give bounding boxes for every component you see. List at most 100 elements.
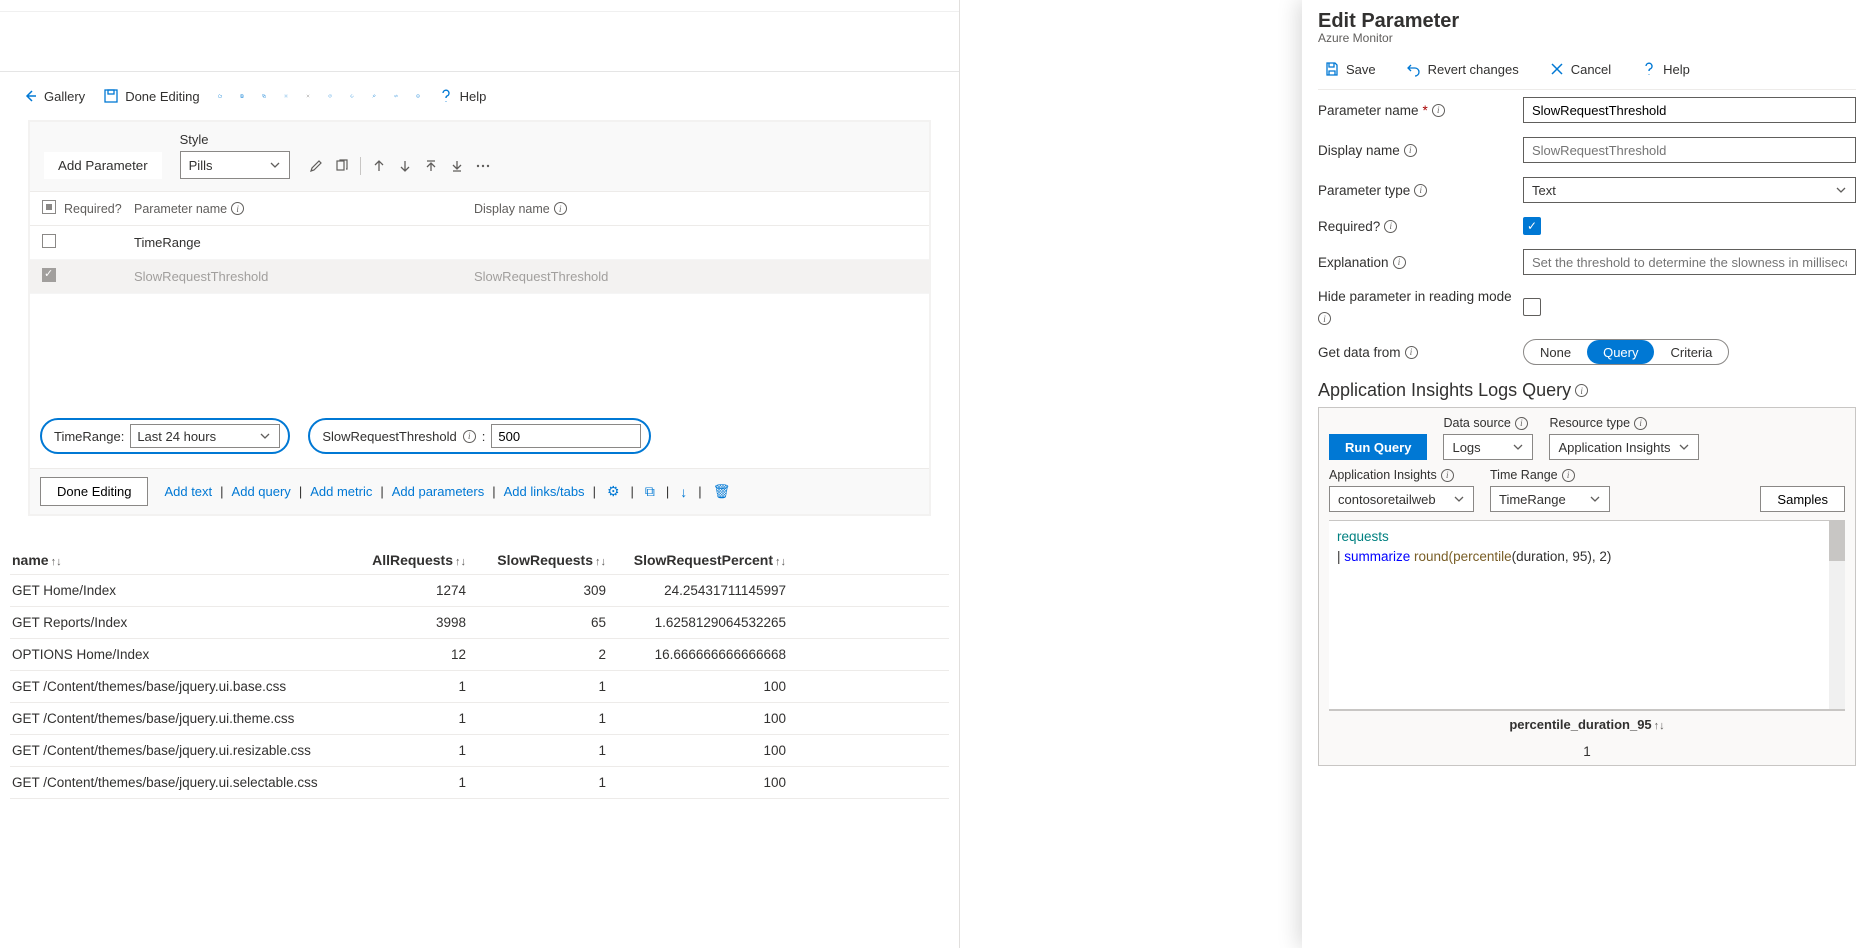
col-pct[interactable]: SlowRequestPercent	[634, 552, 773, 568]
results-row[interactable]: GET /Content/themes/base/jquery.ui.resiz…	[10, 735, 949, 767]
seg-criteria[interactable]: Criteria	[1654, 340, 1728, 364]
feedback-icon[interactable]	[410, 88, 426, 104]
duplicate-icon[interactable]	[334, 158, 350, 174]
revert-label: Revert changes	[1428, 62, 1519, 77]
seg-none[interactable]: None	[1524, 340, 1587, 364]
cell-name: GET Reports/Index	[10, 615, 350, 630]
panel-help-button[interactable]: Help	[1635, 57, 1696, 81]
grid-spacer	[30, 294, 929, 404]
open-icon[interactable]	[212, 88, 228, 104]
step-settings-icon[interactable]: ⚙	[604, 483, 623, 500]
query-box: Run Query Data sourcei Logs Resource typ…	[1318, 407, 1856, 766]
info-icon[interactable]: i	[1515, 417, 1528, 430]
run-query-button[interactable]: Run Query	[1329, 434, 1427, 460]
info-icon[interactable]: i	[1441, 469, 1454, 482]
main-workbook-area: Gallery Done Editing Help Add Parameter …	[0, 0, 960, 948]
required-checkbox[interactable]: ✓	[1523, 217, 1541, 235]
add-metric-link[interactable]: Add metric	[310, 484, 372, 499]
param-row[interactable]: TimeRange	[30, 226, 929, 260]
move-bottom-icon[interactable]	[449, 158, 465, 174]
results-row[interactable]: GET /Content/themes/base/jquery.ui.selec…	[10, 767, 949, 799]
style-select[interactable]: Pills	[180, 151, 290, 179]
close-icon	[1549, 61, 1565, 77]
query-editor[interactable]: requests | summarize round(percentile(du…	[1329, 520, 1845, 710]
hdr-param-name[interactable]: Parameter name i	[134, 202, 474, 216]
app-insights-select[interactable]: contosoretailweb	[1329, 486, 1474, 512]
delete-step-icon[interactable]: 🗑	[710, 483, 734, 500]
row-checkbox-checked[interactable]	[42, 268, 56, 282]
info-icon[interactable]: i	[1414, 184, 1427, 197]
copy-icon[interactable]	[256, 88, 272, 104]
done-editing-step-button[interactable]: Done Editing	[40, 477, 148, 506]
display-name-input[interactable]	[1523, 137, 1856, 163]
pin-icon[interactable]	[366, 88, 382, 104]
results-row[interactable]: GET /Content/themes/base/jquery.ui.theme…	[10, 703, 949, 735]
info-icon[interactable]: i	[1405, 346, 1418, 359]
results-row[interactable]: GET Reports/Index3998651.625812906453226…	[10, 607, 949, 639]
chevron-down-icon	[257, 428, 273, 444]
resource-type-select[interactable]: Application Insights	[1549, 434, 1699, 460]
move-top-icon[interactable]	[423, 158, 439, 174]
add-query-link[interactable]: Add query	[232, 484, 291, 499]
gallery-label: Gallery	[44, 89, 85, 104]
info-icon[interactable]: i	[1432, 104, 1445, 117]
hide-checkbox[interactable]	[1523, 298, 1541, 316]
info-icon[interactable]: i	[1318, 312, 1331, 325]
param-row-selected[interactable]: SlowRequestThreshold SlowRequestThreshol…	[30, 260, 929, 294]
select-all-checkbox[interactable]	[42, 200, 56, 214]
add-text-link[interactable]: Add text	[164, 484, 212, 499]
data-source-select[interactable]: Logs	[1443, 434, 1533, 460]
save-icon[interactable]	[234, 88, 250, 104]
timerange-select[interactable]: Last 24 hours	[130, 424, 280, 448]
threshold-input[interactable]	[491, 424, 641, 448]
add-links-link[interactable]: Add links/tabs	[504, 484, 585, 499]
results-row[interactable]: OPTIONS Home/Index12216.666666666666668	[10, 639, 949, 671]
edit-icon[interactable]	[308, 158, 324, 174]
code-icon[interactable]	[388, 88, 404, 104]
cell-all: 1	[350, 679, 490, 694]
revert-button[interactable]: Revert changes	[1400, 57, 1525, 81]
move-step-icon[interactable]: ↓	[677, 484, 690, 500]
row-checkbox[interactable]	[42, 234, 56, 248]
cancel-button[interactable]: Cancel	[1543, 57, 1617, 81]
seg-query[interactable]: Query	[1587, 340, 1654, 364]
clone-step-icon[interactable]: ⧉	[642, 483, 658, 500]
results-row[interactable]: GET Home/Index127430924.25431711145997	[10, 575, 949, 607]
close-x-icon[interactable]	[300, 88, 316, 104]
settings-icon[interactable]	[278, 88, 294, 104]
col-slow[interactable]: SlowRequests	[497, 552, 593, 568]
info-icon[interactable]: i	[1384, 220, 1397, 233]
param-name-input[interactable]	[1523, 97, 1856, 123]
info-icon[interactable]: i	[463, 430, 476, 443]
info-icon[interactable]: i	[1393, 256, 1406, 269]
scrollbar[interactable]	[1829, 521, 1845, 709]
arrow-down-icon[interactable]	[397, 158, 413, 174]
threshold-label: SlowRequestThreshold	[322, 429, 456, 444]
more-icon[interactable]	[475, 158, 491, 174]
param-type-select[interactable]: Text	[1523, 177, 1856, 203]
autorefresh-icon[interactable]	[344, 88, 360, 104]
samples-button[interactable]: Samples	[1760, 486, 1845, 512]
time-range-select[interactable]: TimeRange	[1490, 486, 1610, 512]
help-button[interactable]: Help	[432, 84, 493, 108]
info-icon[interactable]: i	[1404, 144, 1417, 157]
done-editing-button[interactable]: Done Editing	[97, 84, 205, 108]
getdata-segmented: None Query Criteria	[1523, 339, 1729, 365]
info-icon[interactable]: i	[1634, 417, 1647, 430]
explanation-input[interactable]	[1523, 249, 1856, 275]
info-icon[interactable]: i	[1575, 384, 1588, 397]
col-name[interactable]: name	[12, 552, 49, 568]
gallery-button[interactable]: Gallery	[16, 84, 91, 108]
style-label: Style	[180, 132, 290, 147]
refresh-icon[interactable]	[322, 88, 338, 104]
add-parameter-button[interactable]: Add Parameter	[44, 152, 162, 179]
col-all[interactable]: AllRequests	[372, 552, 453, 568]
save-button[interactable]: Save	[1318, 57, 1382, 81]
result-header: percentile_duration_95	[1509, 717, 1651, 732]
hdr-display-name[interactable]: Display name i	[474, 202, 567, 216]
add-parameters-link[interactable]: Add parameters	[392, 484, 485, 499]
app-insights-label: Application Insights	[1329, 468, 1437, 482]
results-row[interactable]: GET /Content/themes/base/jquery.ui.base.…	[10, 671, 949, 703]
info-icon[interactable]: i	[1562, 469, 1575, 482]
arrow-up-icon[interactable]	[371, 158, 387, 174]
